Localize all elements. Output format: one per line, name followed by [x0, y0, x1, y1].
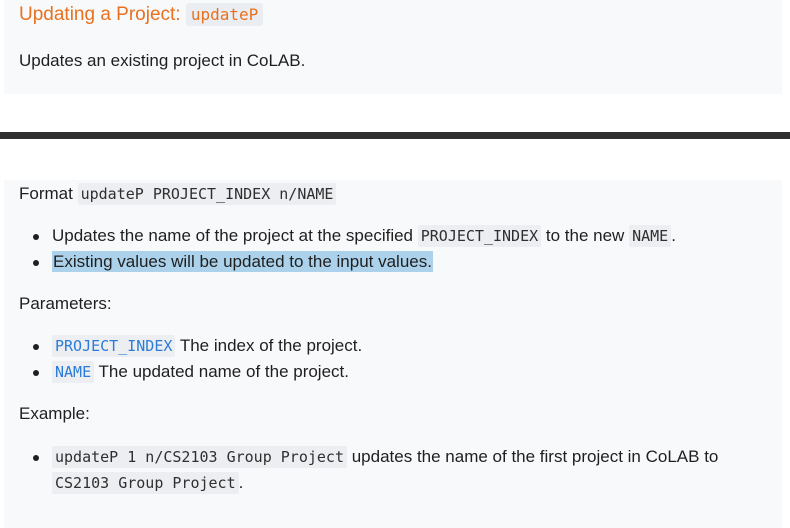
command-description: Updates an existing project in CoLAB.	[19, 51, 306, 70]
example-description: updates the name of the first project in…	[351, 447, 719, 466]
parameter-code: PROJECT_INDEX	[52, 335, 176, 357]
example-result-code: CS2103 Group Project	[52, 472, 239, 494]
bullet-text: Updates the name of the project at the s…	[52, 226, 414, 245]
parameter-item: PROJECT_INDEX The index of the project.	[52, 335, 363, 357]
command-details-card: Format updateP PROJECT_INDEX n/NAME Upda…	[4, 180, 782, 528]
parameter-description: The updated name of the project.	[98, 362, 349, 381]
format-syntax-code: updateP PROJECT_INDEX n/NAME	[77, 183, 337, 205]
highlighted-text-selection[interactable]: Existing values will be updated to the i…	[52, 251, 433, 272]
bullet-dot	[33, 234, 39, 240]
section-title-text: Updating a Project:	[19, 4, 181, 25]
bullet-dot	[33, 344, 39, 350]
format-label: Format	[19, 184, 73, 203]
bullet-dot	[33, 370, 39, 376]
example-label: Example:	[19, 404, 90, 423]
bullet-text: to the new	[545, 226, 625, 245]
bullet-text: .	[671, 226, 676, 245]
example-command-code: updateP 1 n/CS2103 Group Project	[52, 446, 347, 468]
parameter-code: NAME	[52, 361, 95, 383]
format-bullet-2: Existing values will be updated to the i…	[52, 251, 433, 272]
format-bullet-1: Updates the name of the project at the s…	[52, 225, 676, 247]
example-item-line-1: updateP 1 n/CS2103 Group Project updates…	[52, 446, 719, 468]
parameter-item: NAME The updated name of the project.	[52, 361, 349, 383]
command-header-card: Updating a Project: updateP Updates an e…	[4, 0, 782, 94]
example-item-line-2: CS2103 Group Project.	[52, 472, 244, 494]
project-index-code: PROJECT_INDEX	[417, 225, 542, 247]
parameters-label: Parameters:	[19, 294, 112, 313]
section-title: Updating a Project: updateP	[19, 3, 264, 26]
example-description-end: .	[238, 473, 244, 492]
name-code: NAME	[629, 225, 672, 247]
command-name-code: updateP	[185, 3, 264, 26]
bullet-dot	[33, 455, 39, 461]
bullet-dot	[33, 260, 39, 266]
section-divider	[0, 132, 790, 139]
parameter-description: The index of the project.	[179, 336, 363, 355]
format-line: Format updateP PROJECT_INDEX n/NAME	[19, 183, 337, 205]
